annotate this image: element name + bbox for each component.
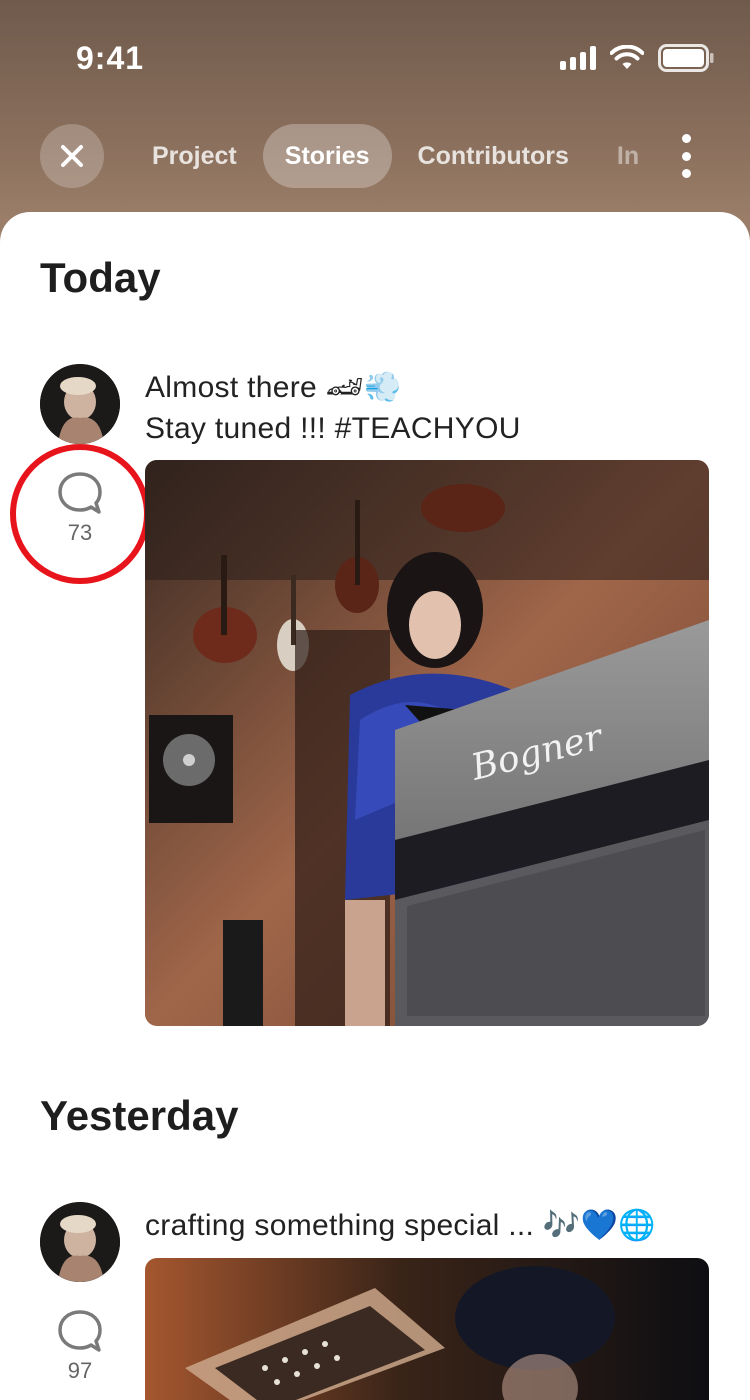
comment-button[interactable]: 97: [40, 1308, 120, 1384]
post-photo[interactable]: Bogner: [145, 460, 709, 1026]
battery-icon: [658, 44, 714, 72]
avatar[interactable]: [40, 1202, 120, 1282]
tab-contributors[interactable]: Contributors: [396, 124, 591, 188]
header: Project Stories Contributors In: [0, 120, 750, 192]
tab-bar: Project Stories Contributors In: [130, 124, 650, 188]
post-caption: crafting something special ... 🎶💙🌐: [145, 1205, 656, 1246]
avatar-image: [40, 364, 120, 444]
close-button[interactable]: [40, 124, 104, 188]
wifi-icon: [610, 45, 644, 69]
tab-stories[interactable]: Stories: [262, 124, 392, 188]
highlight-circle: [10, 444, 150, 584]
stories-sheet: Today 73 Almost there 🏎💨 Stay tuned !!! …: [0, 212, 750, 1400]
avatar[interactable]: [40, 364, 120, 444]
photo-image: Bogner: [145, 460, 709, 1026]
avatar-image: [40, 1202, 120, 1282]
cellular-signal-icon: [560, 46, 596, 70]
post-caption: Almost there 🏎💨 Stay tuned !!! #TEACHYOU: [145, 367, 521, 449]
more-options-button[interactable]: [672, 134, 700, 178]
photo-image: [145, 1258, 709, 1400]
caption-line: Stay tuned !!! #TEACHYOU: [145, 412, 521, 445]
status-bar: 9:41: [0, 0, 750, 110]
close-icon: [61, 145, 83, 167]
caption-line: Almost there 🏎💨: [145, 371, 402, 404]
status-icons: [560, 44, 714, 72]
caption-line: crafting something special ... 🎶💙🌐: [145, 1209, 656, 1242]
section-title-yesterday: Yesterday: [40, 1092, 239, 1139]
tab-project[interactable]: Project: [130, 124, 259, 188]
more-vertical-icon: [681, 134, 691, 143]
section-title-today: Today: [40, 254, 161, 301]
tab-in[interactable]: In: [595, 124, 639, 188]
comment-bubble-icon: [58, 1310, 102, 1352]
comment-count: 97: [67, 1358, 93, 1383]
status-time: 9:41: [76, 40, 145, 76]
post-photo[interactable]: [145, 1258, 709, 1400]
